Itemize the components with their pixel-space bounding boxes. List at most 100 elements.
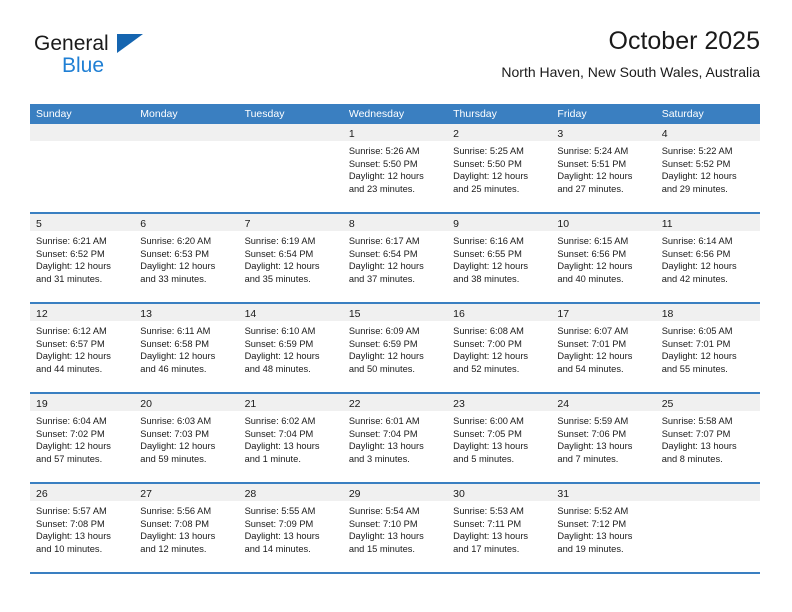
day-info-line: Sunset: 6:56 PM bbox=[661, 248, 731, 259]
day-number-band: 3 bbox=[551, 124, 656, 141]
day-info-line: Sunrise: 6:17 AM bbox=[348, 236, 420, 246]
calendar-day-cell[interactable]: 14 Sunrise: 6:10 AM Sunset: 6:59 PM Dayligh… bbox=[238, 304, 343, 392]
calendar-day-cell[interactable]: 7 Sunrise: 6:19 AM Sunset: 6:54 PM Daylight… bbox=[238, 214, 343, 302]
day-sun-info: Sunrise: 6:09 AM Sunset: 6:59 PM Daylight:… bbox=[343, 321, 447, 375]
day-info-line: and 15 minutes. bbox=[348, 543, 415, 554]
day-info-line: and 40 minutes. bbox=[557, 273, 624, 284]
calendar-day-cell[interactable]: 11 Sunrise: 6:14 AM Sunset: 6:56 PM Dayligh… bbox=[655, 214, 760, 302]
day-number-band: 15 bbox=[342, 304, 448, 321]
day-info-line: and 14 minutes. bbox=[244, 543, 311, 554]
calendar-body: 1 Sunrise: 5:26 AM Sunset: 5:50 PM Daylight… bbox=[30, 124, 760, 574]
day-info-line: Daylight: 12 hours bbox=[557, 351, 633, 362]
brand-logo[interactable]: General Blue bbox=[30, 32, 210, 88]
day-info-line: Sunset: 5:50 PM bbox=[453, 158, 522, 169]
calendar-day-cell[interactable]: 30 Sunrise: 5:53 AM Sunset: 7:11 PM Dayligh… bbox=[447, 484, 552, 572]
day-sun-info: Sunrise: 6:11 AM Sunset: 6:58 PM Daylight:… bbox=[134, 321, 238, 375]
day-number: 24 bbox=[557, 398, 570, 410]
day-sun-info: Sunrise: 5:25 AM Sunset: 5:50 PM Daylight:… bbox=[447, 141, 551, 195]
calendar-day-cell[interactable]: 28 Sunrise: 5:55 AM Sunset: 7:09 PM Dayligh… bbox=[238, 484, 343, 572]
day-info-line: Sunrise: 6:07 AM bbox=[557, 326, 629, 336]
calendar-day-cell[interactable]: 10 Sunrise: 6:15 AM Sunset: 6:56 PM Dayligh… bbox=[551, 214, 656, 302]
calendar-day-cell[interactable]: 21 Sunrise: 6:02 AM Sunset: 7:04 PM Dayligh… bbox=[238, 394, 343, 482]
day-sun-info: Sunrise: 5:53 AM Sunset: 7:11 PM Daylight:… bbox=[447, 501, 551, 555]
weekday-header-sunday: Sunday bbox=[36, 108, 72, 120]
day-info-line: and 17 minutes. bbox=[453, 543, 520, 554]
calendar-day-cell[interactable]: 2 Sunrise: 5:25 AM Sunset: 5:50 PM Daylight… bbox=[447, 124, 552, 212]
calendar-day-cell[interactable]: 23 Sunrise: 6:00 AM Sunset: 7:05 PM Dayligh… bbox=[447, 394, 552, 482]
day-sun-info: Sunrise: 6:15 AM Sunset: 6:56 PM Daylight:… bbox=[551, 231, 655, 285]
day-sun-info: Sunrise: 6:17 AM Sunset: 6:54 PM Daylight:… bbox=[343, 231, 447, 285]
day-info-line: and 38 minutes. bbox=[453, 273, 520, 284]
day-number-band: 30 bbox=[447, 484, 552, 501]
day-sun-info bbox=[656, 501, 760, 505]
day-info-line: Sunset: 7:00 PM bbox=[453, 338, 522, 349]
day-number: 15 bbox=[348, 308, 361, 320]
calendar-empty-cell bbox=[134, 124, 239, 212]
calendar-day-cell[interactable]: 13 Sunrise: 6:11 AM Sunset: 6:58 PM Dayligh… bbox=[134, 304, 239, 392]
calendar-day-cell[interactable]: 1 Sunrise: 5:26 AM Sunset: 5:50 PM Daylight… bbox=[342, 124, 448, 212]
calendar-day-cell[interactable]: 16 Sunrise: 6:08 AM Sunset: 7:00 PM Dayligh… bbox=[447, 304, 552, 392]
day-info-line: Daylight: 12 hours bbox=[557, 261, 633, 272]
day-number: 18 bbox=[661, 308, 674, 320]
day-number: 19 bbox=[36, 398, 48, 410]
calendar-empty-cell bbox=[655, 484, 760, 572]
day-info-line: Sunset: 7:05 PM bbox=[453, 428, 522, 439]
day-info-line: Sunset: 7:09 PM bbox=[244, 518, 314, 529]
day-info-line: Sunrise: 5:57 AM bbox=[36, 506, 107, 516]
day-info-line: Daylight: 12 hours bbox=[140, 351, 216, 362]
calendar-day-cell[interactable]: 17 Sunrise: 6:07 AM Sunset: 7:01 PM Dayligh… bbox=[551, 304, 656, 392]
day-info-line: Sunrise: 5:25 AM bbox=[453, 146, 524, 156]
calendar-day-cell[interactable]: 25 Sunrise: 5:58 AM Sunset: 7:07 PM Dayligh… bbox=[655, 394, 760, 482]
calendar-day-cell[interactable]: 31 Sunrise: 5:52 AM Sunset: 7:12 PM Dayligh… bbox=[551, 484, 656, 572]
day-sun-info: Sunrise: 6:19 AM Sunset: 6:54 PM Daylight:… bbox=[239, 231, 343, 285]
day-info-line: Sunset: 6:56 PM bbox=[557, 248, 627, 259]
day-info-line: Sunset: 7:01 PM bbox=[661, 338, 731, 349]
day-info-line: Daylight: 13 hours bbox=[661, 441, 737, 452]
calendar-day-cell[interactable]: 6 Sunrise: 6:20 AM Sunset: 6:53 PM Daylight… bbox=[134, 214, 239, 302]
day-info-line: Sunset: 7:04 PM bbox=[244, 428, 314, 439]
day-number: 17 bbox=[557, 308, 570, 320]
calendar-day-cell[interactable]: 8 Sunrise: 6:17 AM Sunset: 6:54 PM Daylight… bbox=[342, 214, 448, 302]
day-number-band: 12 bbox=[30, 304, 135, 321]
calendar-day-cell[interactable]: 26 Sunrise: 5:57 AM Sunset: 7:08 PM Dayligh… bbox=[30, 484, 135, 572]
calendar-day-cell[interactable]: 19 Sunrise: 6:04 AM Sunset: 7:02 PM Dayligh… bbox=[30, 394, 135, 482]
day-info-line: Daylight: 12 hours bbox=[348, 351, 424, 362]
day-info-line: Sunset: 6:58 PM bbox=[140, 338, 210, 349]
calendar-day-cell[interactable]: 12 Sunrise: 6:12 AM Sunset: 6:57 PM Dayligh… bbox=[30, 304, 135, 392]
day-number-band: 25 bbox=[655, 394, 760, 411]
day-sun-info: Sunrise: 5:56 AM Sunset: 7:08 PM Daylight:… bbox=[134, 501, 238, 555]
day-info-line: Sunset: 7:10 PM bbox=[348, 518, 418, 529]
day-info-line: Daylight: 12 hours bbox=[557, 171, 633, 182]
day-info-line: and 3 minutes. bbox=[348, 453, 410, 464]
day-info-line: Sunset: 7:02 PM bbox=[36, 428, 105, 439]
day-number: 31 bbox=[557, 488, 570, 500]
day-info-line: Daylight: 13 hours bbox=[557, 531, 633, 542]
calendar-day-cell[interactable]: 18 Sunrise: 6:05 AM Sunset: 7:01 PM Dayligh… bbox=[655, 304, 760, 392]
calendar-day-cell[interactable]: 3 Sunrise: 5:24 AM Sunset: 5:51 PM Daylight… bbox=[551, 124, 656, 212]
day-sun-info: Sunrise: 6:10 AM Sunset: 6:59 PM Daylight:… bbox=[239, 321, 343, 375]
brand-name-blue: Blue bbox=[62, 54, 105, 77]
day-number-band: 2 bbox=[447, 124, 552, 141]
calendar-day-cell[interactable]: 29 Sunrise: 5:54 AM Sunset: 7:10 PM Dayligh… bbox=[342, 484, 448, 572]
calendar-day-cell[interactable]: 15 Sunrise: 6:09 AM Sunset: 6:59 PM Dayligh… bbox=[342, 304, 448, 392]
day-info-line: Sunrise: 6:01 AM bbox=[348, 416, 420, 426]
day-info-line: Sunset: 5:52 PM bbox=[661, 158, 731, 169]
calendar-day-cell[interactable]: 9 Sunrise: 6:16 AM Sunset: 6:55 PM Daylight… bbox=[447, 214, 552, 302]
calendar-day-cell[interactable]: 4 Sunrise: 5:22 AM Sunset: 5:52 PM Daylight… bbox=[655, 124, 760, 212]
day-number-band: 14 bbox=[238, 304, 343, 321]
day-info-line: Sunrise: 5:59 AM bbox=[557, 416, 629, 426]
day-info-line: Daylight: 12 hours bbox=[453, 171, 529, 182]
day-info-line: Daylight: 12 hours bbox=[36, 351, 111, 362]
day-number bbox=[239, 128, 245, 140]
calendar-day-cell[interactable]: 5 Sunrise: 6:21 AM Sunset: 6:52 PM Daylight… bbox=[30, 214, 135, 302]
calendar-grid: Sunday Monday Tuesday Wednesday Thursday Frid… bbox=[30, 104, 760, 574]
day-info-line: Sunset: 5:51 PM bbox=[557, 158, 627, 169]
calendar-day-cell[interactable]: 24 Sunrise: 5:59 AM Sunset: 7:06 PM Dayligh… bbox=[551, 394, 656, 482]
day-info-line: Sunset: 6:59 PM bbox=[244, 338, 314, 349]
calendar-day-cell[interactable]: 27 Sunrise: 5:56 AM Sunset: 7:08 PM Dayligh… bbox=[134, 484, 239, 572]
calendar-day-cell[interactable]: 20 Sunrise: 6:03 AM Sunset: 7:03 PM Dayligh… bbox=[134, 394, 239, 482]
triangle-icon bbox=[117, 34, 143, 53]
day-sun-info bbox=[30, 141, 134, 145]
weekday-header-thursday: Thursday bbox=[453, 108, 497, 120]
calendar-day-cell[interactable]: 22 Sunrise: 6:01 AM Sunset: 7:04 PM Dayligh… bbox=[342, 394, 448, 482]
